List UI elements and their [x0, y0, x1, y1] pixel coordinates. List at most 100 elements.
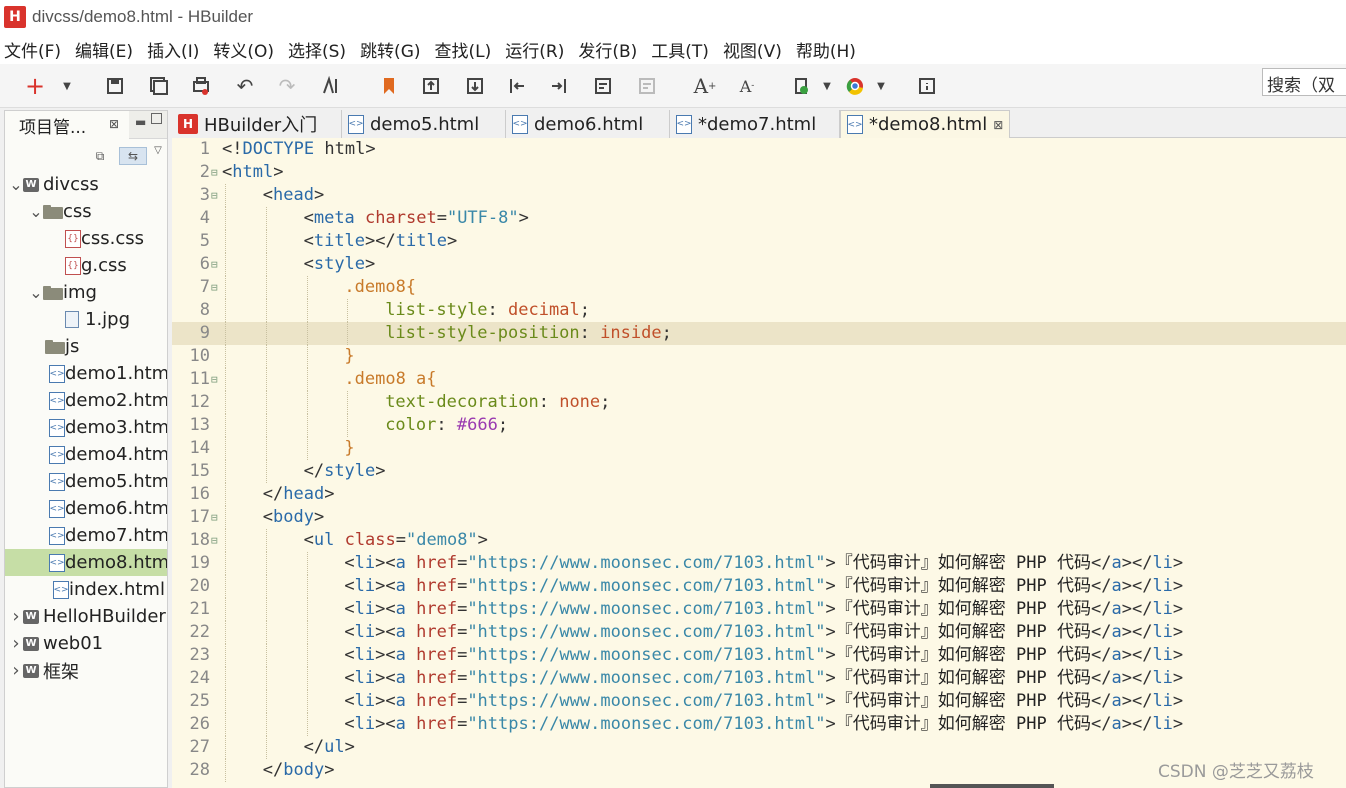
tree-item[interactable]: {} g.css	[5, 252, 167, 279]
fold-toggle-icon[interactable]: ⊟	[211, 253, 218, 276]
fold-toggle-icon[interactable]: ⊟	[211, 529, 218, 552]
search-input[interactable]: 搜索（双	[1262, 68, 1346, 96]
tree-item[interactable]: › W HelloHBuilder	[5, 603, 167, 630]
tree-item[interactable]: <> demo6.htm	[5, 495, 167, 522]
tree-item[interactable]: <> demo5.htm	[5, 468, 167, 495]
uncomment-icon[interactable]	[636, 75, 658, 97]
close-icon[interactable]: ⊠	[109, 117, 119, 131]
tree-item[interactable]: <> demo1.htm	[5, 360, 167, 387]
new-icon[interactable]: +	[24, 72, 46, 100]
tree-item[interactable]: {} css.css	[5, 225, 167, 252]
tree-item[interactable]: ⌄ css	[5, 198, 167, 225]
code-line[interactable]: 8 list-style: decimal;	[172, 299, 1346, 322]
tree-item[interactable]: 1.jpg	[5, 306, 167, 333]
fold-toggle-icon[interactable]: ⊟	[211, 506, 218, 529]
code-line[interactable]: 24 <li><a href="https://www.moonsec.com/7…	[172, 667, 1346, 690]
chevron-down-icon[interactable]: ⌄	[29, 202, 43, 221]
format-icon[interactable]	[320, 75, 342, 97]
save-icon[interactable]	[104, 75, 126, 97]
menu-item[interactable]: 插入(I)	[147, 37, 199, 62]
move-down-icon[interactable]	[464, 75, 486, 97]
maximize-icon[interactable]	[151, 113, 162, 124]
menu-item[interactable]: 跳转(G)	[360, 37, 420, 62]
editor-tab[interactable]: <> demo5.html	[342, 110, 506, 138]
chevron-down-icon[interactable]: ⌄	[29, 283, 43, 302]
code-line[interactable]: 21 <li><a href="https://www.moonsec.com/7…	[172, 598, 1346, 621]
fold-toggle-icon[interactable]: ⊟	[211, 184, 218, 207]
code-line[interactable]: 10}	[172, 345, 1346, 368]
chevron-down-icon[interactable]: ⌄	[9, 175, 23, 194]
menu-item[interactable]: 编辑(E)	[75, 37, 133, 62]
tree-item[interactable]: <> demo3.htm	[5, 414, 167, 441]
fold-toggle-icon[interactable]: ⊟	[211, 368, 218, 391]
menu-item[interactable]: 文件(F)	[4, 37, 61, 62]
code-line[interactable]: 20 <li><a href="https://www.moonsec.com/7…	[172, 575, 1346, 598]
code-line[interactable]: 19 <li><a href="https://www.moonsec.com/7…	[172, 552, 1346, 575]
editor-tab[interactable]: <> *demo8.html ⊠	[840, 110, 1010, 138]
panel-menu-icon[interactable]: ▽	[149, 141, 167, 159]
chevron-right-icon[interactable]: ›	[9, 633, 23, 654]
menu-item[interactable]: 视图(V)	[723, 37, 782, 62]
code-line[interactable]: 5 <title></title>	[172, 230, 1346, 253]
tree-item[interactable]: <> demo8.htm	[5, 549, 167, 576]
code-line[interactable]: 23 <li><a href="https://www.moonsec.com/7…	[172, 644, 1346, 667]
info-icon[interactable]	[916, 75, 938, 97]
chevron-right-icon[interactable]: ›	[9, 660, 23, 681]
code-line[interactable]: 9 list-style-position: inside;	[172, 322, 1346, 345]
code-line[interactable]: 26 <li><a href="https://www.moonsec.com/7…	[172, 713, 1346, 736]
menu-item[interactable]: 转义(O)	[213, 37, 274, 62]
font-increase-icon[interactable]: A +	[694, 74, 717, 98]
code-line[interactable]: 17 ⊟ <body>	[172, 506, 1346, 529]
browser-dropdown-icon[interactable]: ▼	[870, 75, 892, 97]
save-all-icon[interactable]	[148, 75, 170, 97]
print-icon[interactable]	[190, 75, 212, 97]
font-decrease-icon[interactable]: A-	[736, 75, 758, 97]
code-line[interactable]: 14}	[172, 437, 1346, 460]
code-line[interactable]: 2 ⊟ <html>	[172, 161, 1346, 184]
editor-tab[interactable]: H HBuilder入门	[172, 110, 342, 138]
menu-item[interactable]: 工具(T)	[651, 37, 709, 62]
menu-item[interactable]: 帮助(H)	[796, 37, 856, 62]
tree-item[interactable]: › Wweb01	[5, 630, 167, 657]
chrome-icon[interactable]	[844, 75, 866, 97]
menu-item[interactable]: 查找(L)	[435, 37, 492, 62]
code-line[interactable]: 25 <li><a href="https://www.moonsec.com/7…	[172, 690, 1346, 713]
redo-icon[interactable]: ↷	[276, 74, 298, 98]
code-line[interactable]: 13 color: #666;	[172, 414, 1346, 437]
tree-item[interactable]: <> demo2.htm	[5, 387, 167, 414]
undo-icon[interactable]: ↶	[234, 74, 256, 98]
code-line[interactable]: 15 </style>	[172, 460, 1346, 483]
tree-item[interactable]: ⌄ img	[5, 279, 167, 306]
code-editor[interactable]: 1 <!DOCTYPE html> 2 ⊟ <html> 3 ⊟ <head> 4 <meta c…	[172, 138, 1346, 788]
tree-item[interactable]: <> demo7.htm	[5, 522, 167, 549]
editor-tab[interactable]: <> *demo7.html	[670, 110, 840, 138]
code-line[interactable]: 22 <li><a href="https://www.moonsec.com/7…	[172, 621, 1346, 644]
code-line[interactable]: 6 ⊟ <style>	[172, 253, 1346, 276]
code-line[interactable]: 11 ⊟ .demo8 a{	[172, 368, 1346, 391]
tree-item[interactable]: js	[5, 333, 167, 360]
fold-toggle-icon[interactable]: ⊟	[211, 161, 218, 184]
run-icon[interactable]	[790, 75, 812, 97]
menu-item[interactable]: 选择(S)	[288, 37, 346, 62]
minimize-icon[interactable]: ▬	[135, 115, 147, 129]
code-line[interactable]: 12 text-decoration: none;	[172, 391, 1346, 414]
tree-item[interactable]: <> demo4.htm	[5, 441, 167, 468]
run-dropdown-icon[interactable]: ▼	[816, 75, 838, 97]
code-line[interactable]: 18 ⊟ <ul class="demo8">	[172, 529, 1346, 552]
menu-item[interactable]: 发行(B)	[578, 37, 637, 62]
tree-item[interactable]: › W 框架	[5, 657, 167, 684]
code-line[interactable]: 4 <meta charset="UTF-8">	[172, 207, 1346, 230]
indent-right-icon[interactable]	[548, 75, 570, 97]
close-tab-icon[interactable]: ⊠	[993, 118, 1003, 132]
comment-icon[interactable]	[592, 75, 614, 97]
code-line[interactable]: 1 <!DOCTYPE html>	[172, 138, 1346, 161]
editor-tab[interactable]: <> demo6.html	[506, 110, 670, 138]
tree-item[interactable]: ⌄ Wdivcss	[5, 171, 167, 198]
indent-left-icon[interactable]	[506, 75, 528, 97]
move-up-icon[interactable]	[420, 75, 442, 97]
code-line[interactable]: 27 </ul>	[172, 736, 1346, 759]
link-editor-icon[interactable]: ⇆	[119, 147, 147, 165]
tree-item[interactable]: <> index.html	[5, 576, 167, 603]
fold-toggle-icon[interactable]: ⊟	[211, 276, 218, 299]
bookmark-icon[interactable]	[378, 75, 400, 97]
